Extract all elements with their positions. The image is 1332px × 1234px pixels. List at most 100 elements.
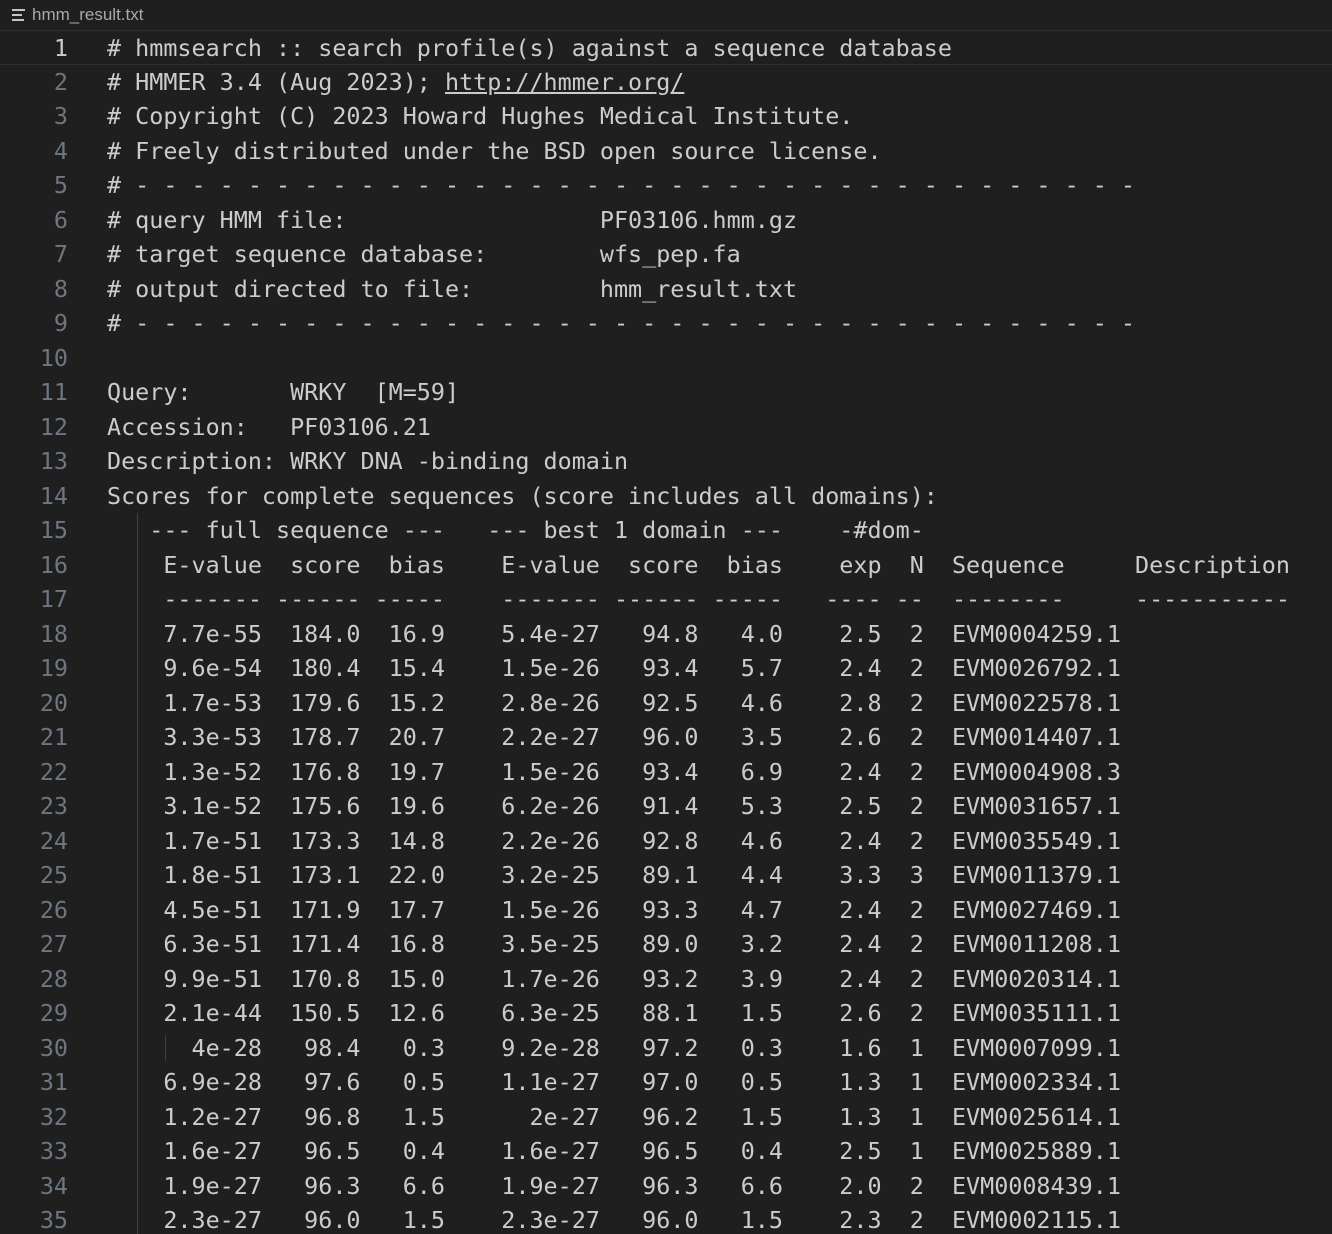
line-text: # target sequence database: wfs_pep.fa	[107, 237, 741, 272]
line-number: 7	[53, 240, 68, 268]
code-line[interactable]: 12 Accession: PF03106.21	[0, 410, 1332, 445]
code-line[interactable]: 18 7.7e-55 184.0 16.9 5.4e-27 94.8 4.0 2…	[0, 617, 1332, 652]
line-text: Description: WRKY DNA -binding domain	[107, 444, 628, 479]
line-text: # HMMER 3.4 (Aug 2023); http://hmmer.org…	[107, 65, 684, 100]
line-number: 2	[53, 67, 68, 96]
code-line[interactable]: 19 9.6e-54 180.4 15.4 1.5e-26 93.4 5.7 2…	[0, 651, 1332, 686]
line-text: 1.7e-53 179.6 15.2 2.8e-26 92.5 4.6 2.8 …	[107, 686, 1121, 721]
line-text: # output directed to file: hmm_result.tx…	[107, 272, 797, 307]
code-line[interactable]: 2 # HMMER 3.4 (Aug 2023); http://hmmer.or…	[0, 65, 1332, 100]
line-text: Accession: PF03106.21	[107, 410, 431, 445]
line-content: 1.6e-27 96.5 0.4 1.6e-27 96.5 0.4 2.5 1 …	[107, 1137, 1121, 1165]
line-text: E-value score bias E-value score bias ex…	[107, 548, 1290, 583]
line-number: 8	[53, 274, 68, 303]
line-text: 3.1e-52 175.6 19.6 6.2e-26 91.4 5.3 2.5 …	[107, 789, 1121, 824]
line-number: 11	[39, 378, 68, 406]
line-number: 9	[53, 309, 68, 337]
line-number: 17	[39, 585, 68, 613]
line-content: 1.8e-51 173.1 22.0 3.2e-25 89.1 4.4 3.3 …	[107, 861, 1121, 889]
line-number: 25	[39, 861, 68, 889]
code-line[interactable]: 9 # - - - - - - - - - - - - - - - - - - -…	[0, 306, 1332, 341]
code-line[interactable]: 5 # - - - - - - - - - - - - - - - - - - -…	[0, 168, 1332, 203]
line-text: 9.6e-54 180.4 15.4 1.5e-26 93.4 5.7 2.4 …	[107, 651, 1121, 686]
code-line[interactable]: 34 1.9e-27 96.3 6.6 1.9e-27 96.3 6.6 2.0…	[0, 1169, 1332, 1204]
line-content: 1.9e-27 96.3 6.6 1.9e-27 96.3 6.6 2.0 2 …	[107, 1171, 1121, 1200]
line-text: 4e-28 98.4 0.3 9.2e-28 97.2 0.3 1.6 1 EV…	[107, 1031, 1121, 1066]
line-text: 9.9e-51 170.8 15.0 1.7e-26 93.2 3.9 2.4 …	[107, 962, 1121, 997]
line-text: # Freely distributed under the BSD open …	[107, 134, 882, 169]
line-content: # query HMM file: PF03106.hmm.gz	[107, 205, 798, 234]
line-text: 7.7e-55 184.0 16.9 5.4e-27 94.8 4.0 2.5 …	[107, 617, 1121, 652]
line-text: # hmmsearch :: search profile(s) against…	[107, 31, 952, 66]
editor-window: hmm_result.txt 1 # hmmsearch :: search pr…	[0, 0, 1332, 1234]
line-number: 28	[39, 964, 68, 993]
line-content: 1.7e-53 179.6 15.2 2.8e-26 92.5 4.6 2.8 …	[107, 688, 1121, 717]
line-content: 2.3e-27 96.0 1.5 2.3e-27 96.0 1.5 2.3 2 …	[107, 1206, 1121, 1234]
hmmer-link[interactable]: http://hmmer.org/	[445, 68, 684, 96]
code-line[interactable]: 21 3.3e-53 178.7 20.7 2.2e-27 96.0 3.5 2…	[0, 720, 1332, 755]
line-content: 4.5e-51 171.9 17.7 1.5e-26 93.3 4.7 2.4 …	[107, 895, 1121, 924]
code-line[interactable]: 13 Description: WRKY DNA -binding domain	[0, 444, 1332, 479]
code-line[interactable]: 11 Query: WRKY [M=59]	[0, 375, 1332, 410]
line-content: # target sequence database: wfs_pep.fa	[107, 240, 741, 268]
line-content: 9.9e-51 170.8 15.0 1.7e-26 93.2 3.9 2.4 …	[107, 964, 1121, 993]
line-content: # Copyright (C) 2023 Howard Hughes Medic…	[107, 102, 854, 130]
code-line[interactable]: 30 4e-28 98.4 0.3 9.2e-28 97.2 0.3 1.6 1…	[0, 1031, 1332, 1066]
line-number: 6	[53, 205, 68, 234]
line-text: 2.1e-44 150.5 12.6 6.3e-25 88.1 1.5 2.6 …	[107, 996, 1121, 1031]
code-line[interactable]: 27 6.3e-51 171.4 16.8 3.5e-25 89.0 3.2 2…	[0, 927, 1332, 962]
line-text: Query: WRKY [M=59]	[107, 375, 459, 410]
code-area[interactable]: 1 # hmmsearch :: search profile(s) agains…	[0, 30, 1332, 1234]
breadcrumb[interactable]: hmm_result.txt	[0, 0, 1332, 30]
code-line[interactable]: 4 # Freely distributed under the BSD open…	[0, 134, 1332, 169]
line-content: # output directed to file: hmm_result.tx…	[107, 274, 798, 303]
line-number: 3	[53, 102, 68, 130]
code-line[interactable]: 20 1.7e-53 179.6 15.2 2.8e-26 92.5 4.6 2…	[0, 686, 1332, 721]
code-line[interactable]: 16 E-value score bias E-value score bias…	[0, 548, 1332, 583]
line-content: 3.3e-53 178.7 20.7 2.2e-27 96.0 3.5 2.6 …	[107, 723, 1121, 751]
line-content: 9.6e-54 180.4 15.4 1.5e-26 93.4 5.7 2.4 …	[107, 654, 1121, 682]
code-line[interactable]: 3 # Copyright (C) 2023 Howard Hughes Medi…	[0, 99, 1332, 134]
code-line[interactable]: 29 2.1e-44 150.5 12.6 6.3e-25 88.1 1.5 2…	[0, 996, 1332, 1031]
line-number: 22	[39, 757, 68, 786]
line-content: # hmmsearch :: search profile(s) against…	[107, 34, 952, 62]
code-line[interactable]: 6 # query HMM file: PF03106.hmm.gz	[0, 203, 1332, 238]
line-number: 32	[39, 1102, 68, 1131]
code-line[interactable]: 22 1.3e-52 176.8 19.7 1.5e-26 93.4 6.9 2…	[0, 755, 1332, 790]
line-number: 34	[39, 1171, 68, 1200]
breadcrumb-filename[interactable]: hmm_result.txt	[32, 5, 143, 25]
line-number: 31	[39, 1068, 68, 1096]
code-line[interactable]: 10	[0, 341, 1332, 376]
code-line[interactable]: 26 4.5e-51 171.9 17.7 1.5e-26 93.3 4.7 2…	[0, 893, 1332, 928]
line-content: Accession: PF03106.21	[107, 412, 431, 441]
line-number: 13	[39, 447, 68, 475]
line-text: ------- ------ ----- ------- ------ ----…	[107, 582, 1290, 617]
line-number: 30	[39, 1033, 68, 1062]
line-number: 20	[39, 688, 68, 717]
line-text: # - - - - - - - - - - - - - - - - - - - …	[107, 168, 1135, 203]
code-line[interactable]: 31 6.9e-28 97.6 0.5 1.1e-27 97.0 0.5 1.3…	[0, 1065, 1332, 1100]
code-line[interactable]: 7 # target sequence database: wfs_pep.fa	[0, 237, 1332, 272]
code-line[interactable]: 15 --- full sequence --- --- best 1 doma…	[0, 513, 1332, 548]
code-line[interactable]: 14 Scores for complete sequences (score i…	[0, 479, 1332, 514]
code-line[interactable]: 23 3.1e-52 175.6 19.6 6.2e-26 91.4 5.3 2…	[0, 789, 1332, 824]
line-text: 2.3e-27 96.0 1.5 2.3e-27 96.0 1.5 2.3 2 …	[107, 1203, 1121, 1234]
code-line[interactable]: 35 2.3e-27 96.0 1.5 2.3e-27 96.0 1.5 2.3…	[0, 1203, 1332, 1234]
code-line[interactable]: 32 1.2e-27 96.8 1.5 2e-27 96.2 1.5 1.3 1…	[0, 1100, 1332, 1135]
line-text: 3.3e-53 178.7 20.7 2.2e-27 96.0 3.5 2.6 …	[107, 720, 1121, 755]
line-text: 1.6e-27 96.5 0.4 1.6e-27 96.5 0.4 2.5 1 …	[107, 1134, 1121, 1169]
code-line[interactable]: 1 # hmmsearch :: search profile(s) agains…	[0, 30, 1332, 65]
line-content: 1.7e-51 173.3 14.8 2.2e-26 92.8 4.6 2.4 …	[107, 826, 1121, 855]
line-content: 4e-28 98.4 0.3 9.2e-28 97.2 0.3 1.6 1 EV…	[107, 1033, 1121, 1062]
line-number: 1	[53, 34, 68, 62]
line-content: E-value score bias E-value score bias ex…	[107, 550, 1290, 579]
code-line[interactable]: 8 # output directed to file: hmm_result.t…	[0, 272, 1332, 307]
line-number: 23	[39, 792, 68, 820]
indent-guide	[165, 1034, 166, 1061]
code-line[interactable]: 25 1.8e-51 173.1 22.0 3.2e-25 89.1 4.4 3…	[0, 858, 1332, 893]
code-line[interactable]: 33 1.6e-27 96.5 0.4 1.6e-27 96.5 0.4 2.5…	[0, 1134, 1332, 1169]
code-line[interactable]: 28 9.9e-51 170.8 15.0 1.7e-26 93.2 3.9 2…	[0, 962, 1332, 997]
code-line[interactable]: 17 ------- ------ ----- ------- ------ -…	[0, 582, 1332, 617]
code-line[interactable]: 24 1.7e-51 173.3 14.8 2.2e-26 92.8 4.6 2…	[0, 824, 1332, 859]
line-number: 21	[39, 723, 68, 751]
